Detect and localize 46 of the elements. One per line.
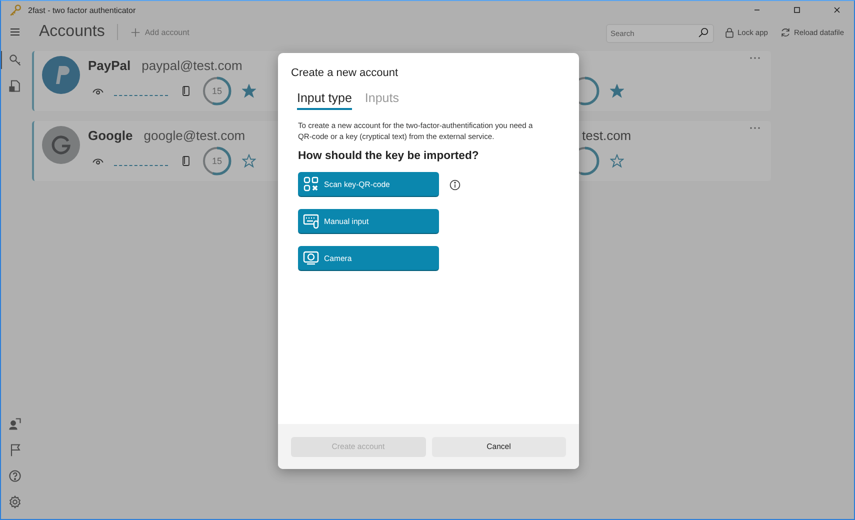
window-title: 2fast - two factor authenticator — [28, 6, 137, 14]
account-email: google@test.com — [144, 128, 246, 143]
payment-logo-icon — [42, 56, 80, 94]
account-name: Google — [88, 128, 133, 143]
flag-icon — [8, 443, 22, 457]
copy-icon — [180, 155, 192, 167]
qr-code-icon — [303, 176, 319, 192]
question-heading: How should the key be imported? — [298, 150, 480, 162]
account-name: PayPal — [88, 58, 131, 73]
star-outline-icon[interactable] — [610, 154, 624, 168]
plus-icon — [130, 26, 141, 38]
lock-icon — [724, 26, 734, 38]
more-options-button[interactable] — [749, 56, 761, 60]
filled-star-icon[interactable] — [610, 84, 624, 98]
account-switch-icon — [8, 417, 22, 431]
camera-icon — [303, 250, 319, 266]
copy-button[interactable] — [180, 85, 192, 97]
account-email: paypal@test.com — [142, 58, 242, 73]
maximize-icon — [792, 5, 802, 15]
settings-icon — [8, 495, 22, 509]
info-icon — [449, 178, 461, 190]
key-icon — [8, 53, 22, 67]
key-logo-icon — [9, 4, 22, 16]
reload-icon — [780, 26, 791, 38]
dialog-title: Create a new account — [291, 67, 400, 79]
tab[interactable]: Inputs — [364, 91, 399, 110]
close-icon — [832, 5, 842, 15]
help-icon — [8, 469, 22, 483]
locked-file-icon — [8, 79, 22, 93]
copy-icon — [180, 85, 192, 97]
tab[interactable]: Input type — [297, 91, 352, 110]
countdown-text: 15 — [210, 85, 223, 98]
page-title: Accounts — [39, 23, 105, 41]
account-email: test.com — [581, 128, 632, 143]
menu-button[interactable] — [9, 26, 21, 38]
filled-star-icon[interactable] — [242, 84, 256, 98]
keyboard-icon — [303, 213, 319, 229]
countdown-text: 15 — [210, 155, 223, 168]
search-icon — [698, 26, 708, 38]
copy-button[interactable] — [180, 155, 192, 167]
star-outline-icon[interactable] — [242, 154, 256, 168]
more-options-button[interactable] — [749, 126, 761, 130]
more-icon — [749, 126, 761, 130]
menu-icon — [9, 26, 21, 38]
more-icon — [749, 56, 761, 60]
letter-logo-icon — [42, 126, 80, 164]
